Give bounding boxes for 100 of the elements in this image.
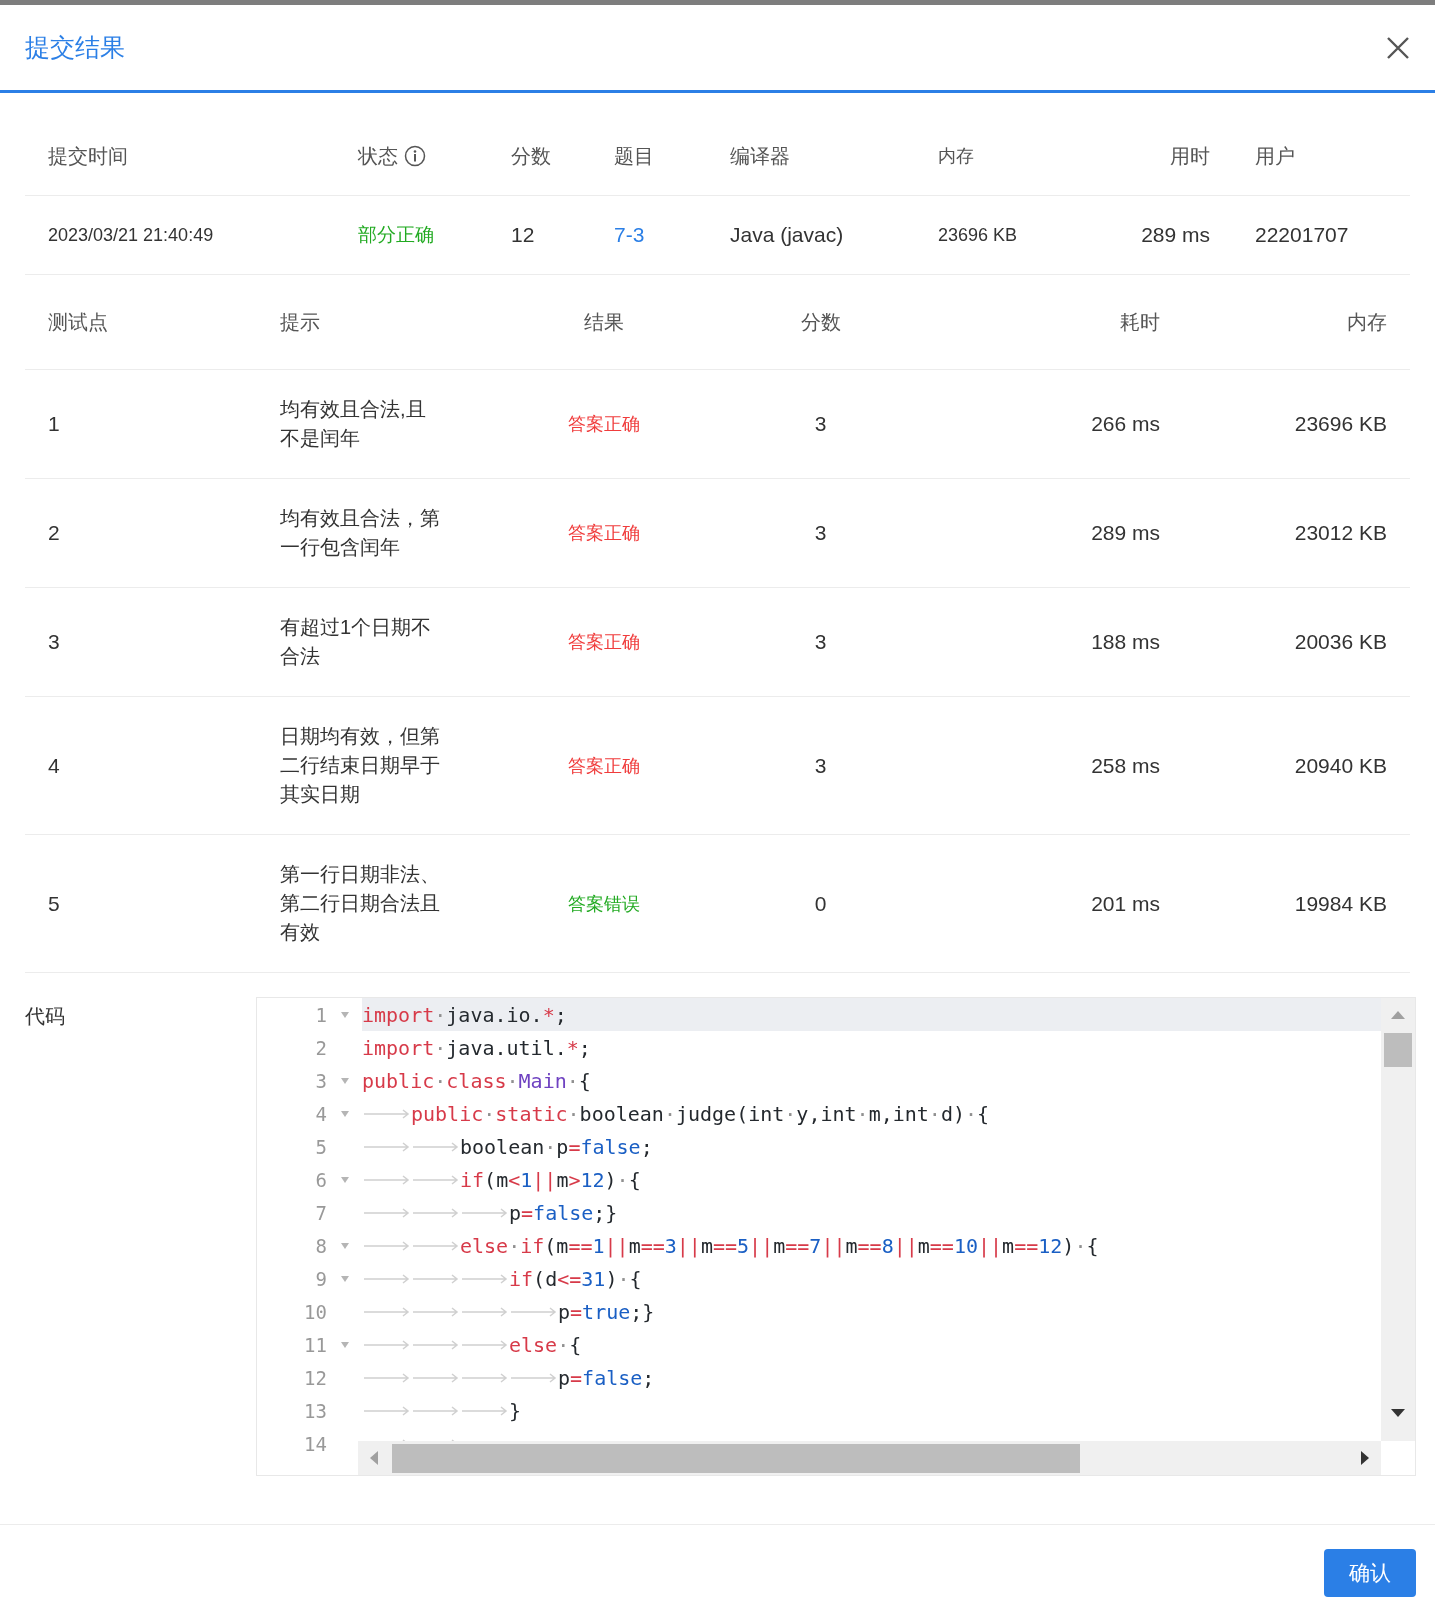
column-header: 编译器 bbox=[730, 143, 791, 169]
code-line: else·if(m==1||m==3||m==5||m==7||m==8||m==10||m==12)·{ bbox=[460, 1233, 1099, 1258]
code-line: import·java.util.*; bbox=[362, 1035, 591, 1060]
column-header: 提示 bbox=[280, 309, 321, 335]
time-text: 266 ms bbox=[1091, 412, 1160, 436]
line-number: 3 bbox=[314, 1069, 327, 1092]
memory-text: 20036 KB bbox=[1294, 630, 1387, 654]
column-header: 耗时 bbox=[1120, 309, 1160, 335]
horizontal-scrollbar[interactable] bbox=[358, 1441, 1381, 1475]
case-number: 1 bbox=[48, 412, 61, 436]
result-text: 答案错误 bbox=[568, 892, 640, 916]
hint-text: 均有效且合法，第一行包含闰年 bbox=[280, 506, 441, 560]
scroll-down-icon[interactable] bbox=[1391, 1409, 1405, 1417]
info-icon[interactable] bbox=[404, 145, 426, 167]
score-text: 3 bbox=[814, 753, 827, 778]
scroll-up-icon[interactable] bbox=[1391, 1011, 1405, 1019]
fold-icon[interactable] bbox=[340, 1242, 349, 1249]
close-button[interactable] bbox=[1385, 34, 1411, 61]
line-number: 11 bbox=[303, 1333, 327, 1356]
fold-icon[interactable] bbox=[340, 1077, 349, 1084]
column-header: 状态 bbox=[358, 143, 398, 169]
hint-text: 日期均有效，但第二行结束日期早于其实日期 bbox=[280, 724, 441, 807]
hint-text: 第一行日期非法、第二行日期合法且有效 bbox=[280, 862, 441, 945]
code-line: public·static·boolean·judge(int·y,int·m,int·d)·{ bbox=[411, 1101, 990, 1126]
problem-link[interactable]: 7-3 bbox=[614, 223, 730, 247]
line-number: 14 bbox=[303, 1432, 327, 1455]
fold-icon[interactable] bbox=[340, 1341, 349, 1348]
scroll-right-icon[interactable] bbox=[1361, 1451, 1369, 1465]
column-header: 分数 bbox=[511, 143, 552, 169]
column-header: 题目 bbox=[614, 143, 655, 169]
result-text: 答案正确 bbox=[568, 631, 640, 654]
score-text: 3 bbox=[814, 521, 827, 545]
line-number: 4 bbox=[314, 1102, 327, 1125]
dialog-title: 提交结果 bbox=[25, 32, 125, 63]
score-text: 12 bbox=[511, 223, 536, 247]
confirm-button[interactable]: 确认 bbox=[1324, 1549, 1416, 1597]
memory-text: 19984 KB bbox=[1294, 891, 1387, 916]
submit-time: 2023/03/21 21:40:49 bbox=[48, 224, 215, 246]
column-header: 内存 bbox=[938, 145, 975, 168]
column-header: 用时 bbox=[1170, 143, 1211, 169]
scroll-left-icon[interactable] bbox=[370, 1451, 378, 1465]
memory-text: 20940 KB bbox=[1294, 753, 1387, 778]
code-line: p=false; bbox=[558, 1365, 655, 1390]
fold-icon[interactable] bbox=[340, 1176, 349, 1183]
line-number: 10 bbox=[303, 1300, 327, 1323]
column-header: 结果 bbox=[584, 309, 624, 335]
case-number: 5 bbox=[48, 891, 61, 916]
line-number: 12 bbox=[303, 1366, 327, 1389]
duration-text: 289 ms bbox=[1141, 223, 1211, 247]
case-number: 2 bbox=[48, 521, 61, 545]
code-line: import·java.io.*; bbox=[362, 1002, 567, 1027]
time-text: 188 ms bbox=[1091, 630, 1160, 654]
code-label: 代码 bbox=[25, 1004, 66, 1029]
line-number: 5 bbox=[314, 1135, 327, 1158]
column-header: 用户 bbox=[1255, 143, 1296, 169]
result-text: 答案正确 bbox=[568, 413, 640, 436]
scrollbar-thumb[interactable] bbox=[392, 1444, 1080, 1473]
column-header: 分数 bbox=[800, 309, 841, 335]
scrollbar-thumb[interactable] bbox=[1384, 1033, 1412, 1067]
line-number: 13 bbox=[303, 1399, 327, 1422]
column-header: 内存 bbox=[1347, 309, 1387, 335]
code-line: else·{ bbox=[509, 1332, 582, 1357]
compiler-text: Java (javac) bbox=[730, 223, 845, 247]
vertical-scrollbar[interactable] bbox=[1381, 998, 1415, 1443]
code-line: } bbox=[509, 1398, 522, 1423]
fold-icon[interactable] bbox=[340, 1275, 349, 1282]
time-text: 289 ms bbox=[1091, 521, 1160, 545]
line-number: 6 bbox=[314, 1168, 327, 1191]
line-number: 8 bbox=[314, 1234, 327, 1257]
status-text: 部分正确 bbox=[358, 223, 435, 247]
score-text: 3 bbox=[814, 412, 827, 436]
time-text: 201 ms bbox=[1091, 891, 1160, 916]
close-icon bbox=[1385, 34, 1411, 61]
memory-text: 23696 KB bbox=[1294, 412, 1387, 436]
memory-text: 23696 KB bbox=[938, 224, 1019, 246]
code-line: if(d<=31)·{ bbox=[509, 1266, 642, 1291]
score-text: 0 bbox=[814, 891, 827, 916]
hint-text: 均有效且合法,且不是闰年 bbox=[280, 397, 427, 451]
case-number: 4 bbox=[48, 753, 61, 778]
column-header: 提交时间 bbox=[48, 143, 129, 169]
hint-text: 有超过1个日期不合法 bbox=[280, 615, 433, 669]
result-text: 答案正确 bbox=[568, 522, 640, 545]
line-number: 1 bbox=[314, 1003, 327, 1026]
score-text: 3 bbox=[814, 630, 827, 654]
user-id: 22201707 bbox=[1255, 223, 1350, 247]
case-number: 3 bbox=[48, 630, 61, 654]
result-text: 答案正确 bbox=[568, 754, 640, 778]
memory-text: 23012 KB bbox=[1294, 521, 1387, 545]
line-number: 2 bbox=[314, 1036, 327, 1059]
line-number: 9 bbox=[314, 1267, 327, 1290]
time-text: 258 ms bbox=[1091, 753, 1160, 778]
column-header: 测试点 bbox=[48, 309, 109, 335]
code-line: if(m<1||m>12)·{ bbox=[460, 1167, 641, 1192]
fold-icon[interactable] bbox=[340, 1011, 349, 1018]
code-line: public·class·Main·{ bbox=[362, 1068, 591, 1093]
code-line: boolean·p=false; bbox=[460, 1134, 653, 1159]
code-line: p=true;} bbox=[558, 1299, 655, 1324]
fold-icon[interactable] bbox=[340, 1110, 349, 1117]
code-line: p=false;} bbox=[509, 1200, 618, 1225]
line-number: 7 bbox=[314, 1201, 327, 1224]
